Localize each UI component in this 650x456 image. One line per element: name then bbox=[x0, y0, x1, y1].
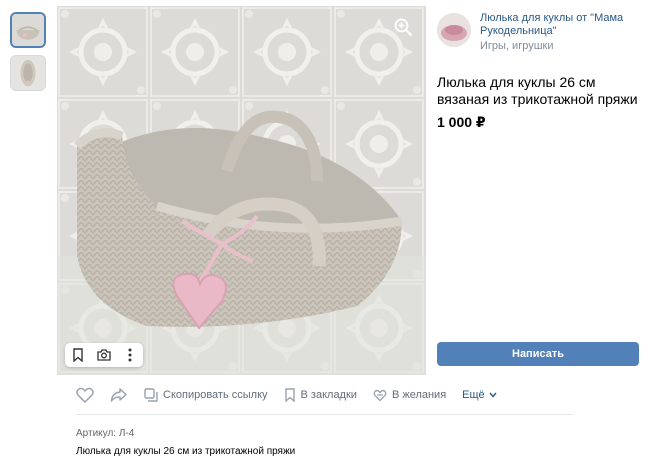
product-article: Артикул: Л-4 bbox=[76, 428, 135, 439]
product-card: Люлька для куклы от "Мама Рукодельница" … bbox=[0, 0, 650, 456]
gift-icon bbox=[373, 388, 387, 402]
more-label: Ещё bbox=[462, 389, 485, 401]
bookmark-icon bbox=[284, 388, 296, 402]
write-button[interactable]: Написать bbox=[437, 342, 639, 366]
bookmark-icon[interactable] bbox=[70, 347, 86, 363]
bookmark-label: В закладки bbox=[300, 389, 357, 401]
seller-category: Игры, игрушки bbox=[480, 40, 554, 52]
seller-block: Люлька для куклы от "Мама Рукодельница" … bbox=[437, 12, 641, 53]
copy-link-label: Скопировать ссылку bbox=[163, 389, 268, 401]
thumbnail-1[interactable] bbox=[10, 12, 46, 48]
wishlist-label: В желания bbox=[391, 389, 447, 401]
copy-link-button[interactable]: Скопировать ссылку bbox=[144, 388, 268, 402]
product-title: Люлька для куклы 26 см вязаная из трикот… bbox=[437, 74, 638, 107]
bookmark-button[interactable]: В закладки bbox=[284, 388, 357, 402]
seller-name-link[interactable]: Люлька для куклы от "Мама Рукодельница" bbox=[480, 12, 641, 38]
wishlist-button[interactable]: В желания bbox=[373, 388, 446, 402]
share-button[interactable] bbox=[110, 387, 128, 403]
thumbnail-2[interactable] bbox=[10, 55, 46, 91]
share-arrow-icon bbox=[110, 387, 128, 403]
divider bbox=[76, 414, 574, 415]
photo-toolbar bbox=[65, 343, 143, 367]
dots-vertical-icon[interactable] bbox=[122, 347, 138, 363]
action-bar: Скопировать ссылку В закладки В желания … bbox=[76, 386, 513, 404]
product-sidebar: Люлька для куклы от "Мама Рукодельница" … bbox=[437, 12, 641, 131]
like-button[interactable] bbox=[76, 387, 94, 403]
product-description: Люлька для куклы 26 см из трикотажной пр… bbox=[76, 446, 296, 456]
heart-icon bbox=[76, 387, 94, 403]
thumbnail-strip bbox=[10, 12, 46, 98]
copy-icon bbox=[144, 388, 158, 402]
avatar[interactable] bbox=[437, 13, 471, 47]
product-photo[interactable] bbox=[57, 6, 426, 375]
zoom-in-icon[interactable] bbox=[392, 16, 414, 38]
chevron-down-icon bbox=[489, 392, 497, 398]
camera-icon[interactable] bbox=[96, 347, 112, 363]
product-price: 1 000 ₽ bbox=[437, 114, 486, 130]
more-button[interactable]: Ещё bbox=[462, 389, 497, 401]
